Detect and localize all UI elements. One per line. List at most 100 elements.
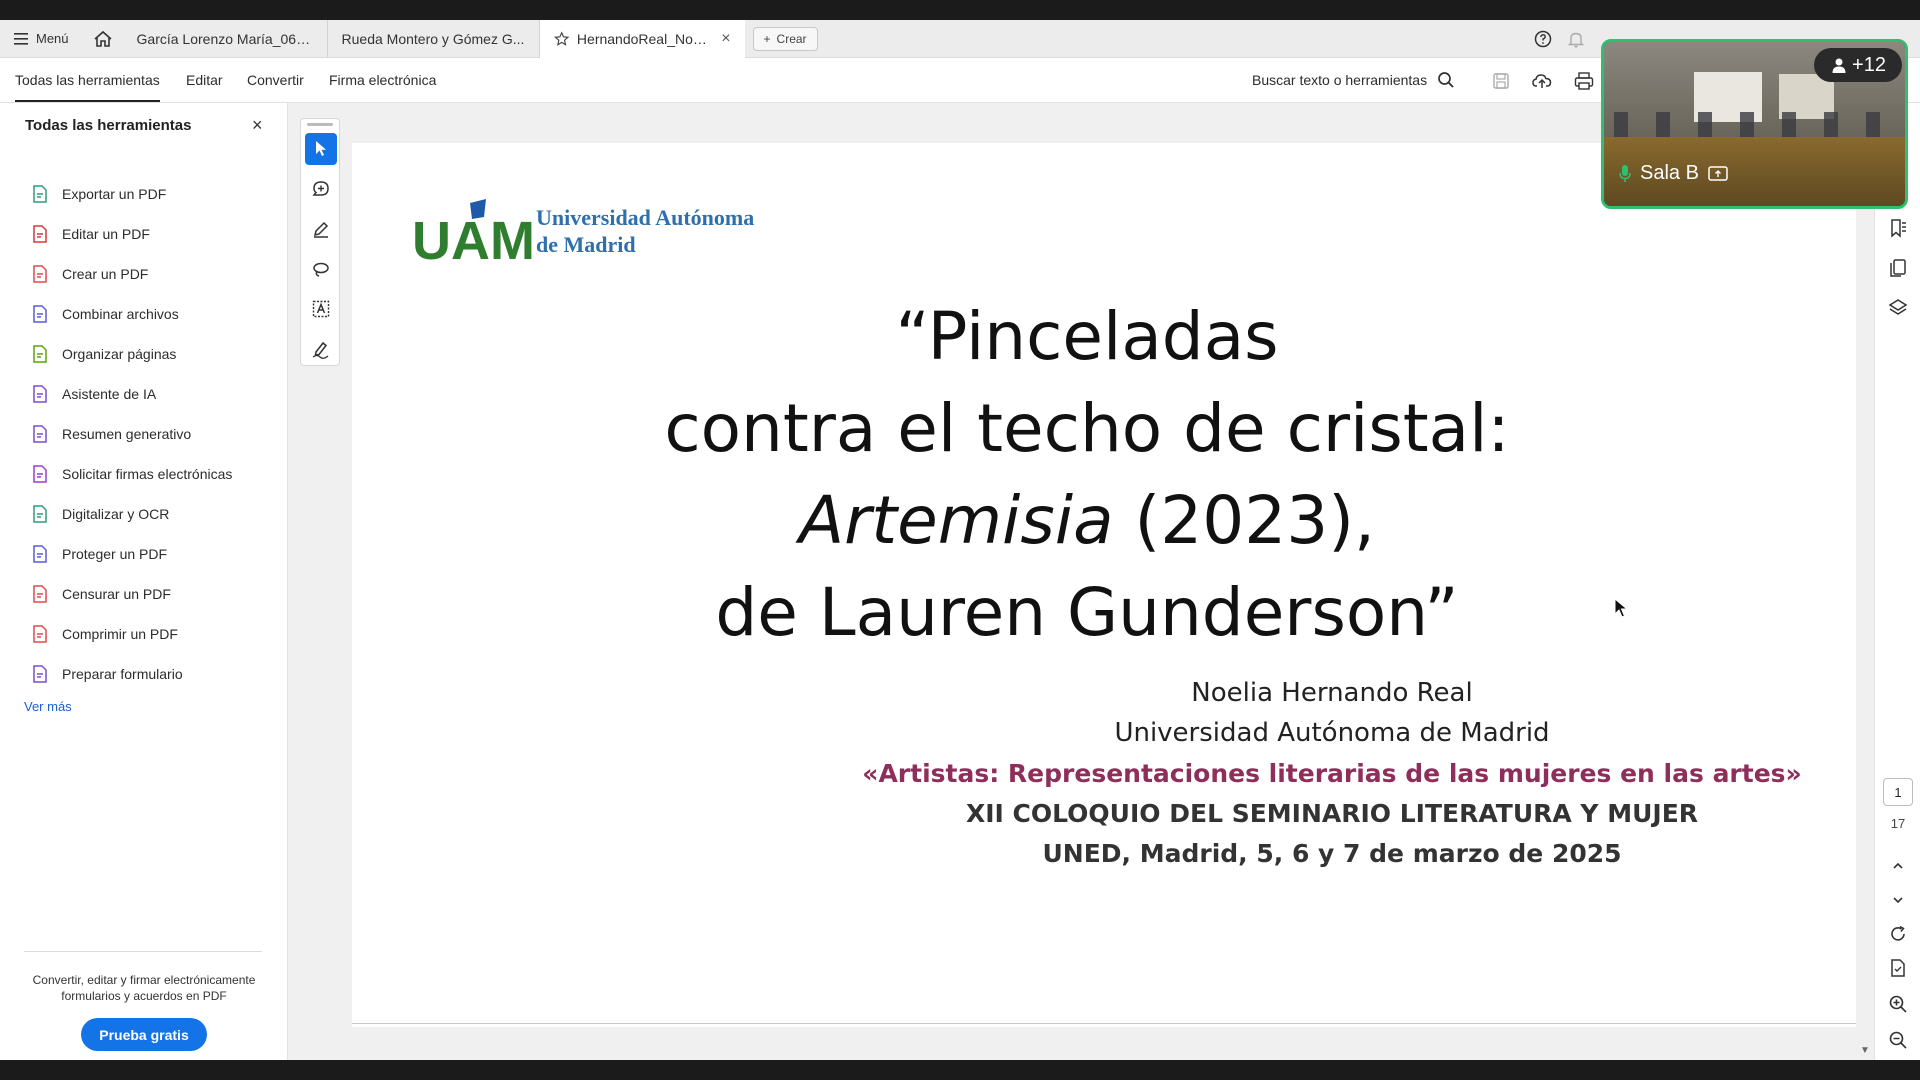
tool-label: Resumen generativo [62, 426, 192, 442]
tab-label: García Lorenzo María_060... [136, 30, 313, 47]
signature-pen-icon [312, 341, 329, 359]
person-icon [1832, 58, 1846, 73]
total-pages: 17 [1890, 816, 1906, 831]
right-rail: 1 17 [1874, 103, 1920, 1060]
tool-item[interactable]: Combinar archivos [30, 298, 270, 330]
select-tool-button[interactable] [305, 133, 337, 165]
author-university: Universidad Autónoma de Madrid [1114, 718, 1550, 748]
uam-logo-mark: UAM [412, 199, 535, 271]
tool-item[interactable]: Digitalizar y OCR [30, 498, 270, 530]
tool-item[interactable]: Exportar un PDF [30, 178, 270, 210]
close-panel-icon[interactable]: × [252, 115, 263, 136]
chevron-down-icon[interactable] [1887, 889, 1909, 911]
see-more-link[interactable]: Ver más [24, 699, 72, 714]
tool-item[interactable]: Asistente de IA [30, 378, 270, 410]
tool-item[interactable]: Proteger un PDF [30, 538, 270, 570]
pages-icon[interactable] [1887, 257, 1909, 279]
comment-tool-button[interactable] [305, 173, 337, 205]
screen-share-icon [1708, 165, 1728, 181]
quick-tools-bar [300, 118, 340, 366]
tool-item[interactable]: Censurar un PDF [30, 578, 270, 610]
rotate-icon[interactable] [1887, 923, 1909, 945]
tab-document-1[interactable]: García Lorenzo María_060... [123, 19, 328, 58]
tool-label: Combinar archivos [62, 306, 179, 322]
colloquium-name: XII COLOQUIO DEL SEMINARIO LITERATURA Y … [965, 799, 1699, 828]
tool-item[interactable]: Comprimir un PDF [30, 618, 270, 650]
close-tab-icon[interactable]: × [721, 30, 730, 48]
window-bottom-band [0, 1060, 1920, 1080]
tool-label: Editar un PDF [62, 226, 150, 242]
tool-label: Preparar formulario [62, 666, 183, 682]
create-label: Crear [776, 31, 807, 46]
create-button[interactable]: + Crear [752, 26, 818, 51]
tab-edit[interactable]: Editar [186, 58, 223, 102]
request-signatures-icon [33, 465, 47, 483]
zoom-out-icon[interactable] [1887, 1029, 1909, 1051]
tool-item[interactable]: Editar un PDF [30, 218, 270, 250]
title-line-3-rest: (2023), [1113, 482, 1375, 559]
protect-pdf-icon [33, 545, 47, 563]
promo-text: Convertir, editar y firmar electrónicame… [32, 973, 256, 1003]
zoom-in-icon[interactable] [1887, 993, 1909, 1015]
free-trial-button[interactable]: Prueba gratis [81, 1018, 207, 1051]
home-button[interactable] [83, 20, 123, 57]
tool-label: Exportar un PDF [62, 186, 167, 202]
drag-handle[interactable] [307, 123, 333, 126]
upload-cloud-icon[interactable] [1531, 70, 1553, 92]
tool-item[interactable]: Solicitar firmas electrónicas [30, 458, 270, 490]
sign-tool-button[interactable] [305, 333, 337, 365]
tab-convert[interactable]: Convertir [247, 58, 304, 102]
page-bottom-edge [352, 1023, 1856, 1024]
save-icon[interactable] [1490, 70, 1512, 92]
pdf-app-window: Menú García Lorenzo María_060... Rueda M… [0, 19, 1920, 1060]
uam-logo: UAM Universidad Autónoma de Madrid [412, 197, 832, 277]
create-pdf-icon [33, 265, 47, 283]
scan-ocr-icon [33, 505, 47, 523]
export-pdf-icon [33, 185, 47, 203]
participants-count-badge[interactable]: +12 [1814, 48, 1902, 82]
bell-icon[interactable] [1566, 29, 1586, 49]
tab-document-active[interactable]: HernandoReal_Noeli... × [539, 19, 745, 58]
pointer-icon [316, 141, 326, 156]
menu-label: Menú [36, 31, 69, 46]
current-page-input[interactable]: 1 [1883, 778, 1913, 806]
room-name: Sala B [1640, 162, 1699, 184]
highlight-tool-button[interactable] [305, 213, 337, 245]
tool-label: Asistente de IA [62, 386, 157, 402]
scroll-down-arrow-icon[interactable]: ▼ [1860, 1045, 1870, 1056]
print-icon[interactable] [1573, 70, 1595, 92]
svg-text:UAM: UAM [412, 211, 532, 271]
document-viewport[interactable]: UAM Universidad Autónoma de Madrid “Pinc… [288, 103, 1874, 1060]
panel-title: Todas las herramientas [25, 117, 192, 134]
video-call-tile[interactable]: +12 Sala B [1601, 39, 1908, 209]
tool-label: Comprimir un PDF [62, 626, 178, 642]
search-tools-button[interactable]: Buscar texto o herramientas [1252, 58, 1455, 102]
draw-tool-button[interactable] [305, 253, 337, 285]
tab-e-signature[interactable]: Firma electrónica [329, 58, 436, 102]
page-info-icon[interactable] [1887, 957, 1909, 979]
prepare-form-icon [33, 665, 47, 683]
title-line-1: “Pinceladas [895, 298, 1279, 375]
tool-item[interactable]: Preparar formulario [30, 658, 270, 690]
tool-item[interactable]: Resumen generativo [30, 418, 270, 450]
layers-icon[interactable] [1887, 297, 1909, 319]
help-icon[interactable] [1533, 29, 1553, 49]
menu-button[interactable]: Menú [0, 20, 83, 57]
room-label: Sala B [1618, 162, 1729, 185]
tab-all-tools[interactable]: Todas las herramientas [15, 58, 160, 102]
microphone-icon [1619, 164, 1631, 182]
combine-files-icon [33, 305, 47, 323]
window-top-band [0, 0, 1920, 20]
tool-item[interactable]: Organizar páginas [30, 338, 270, 370]
mouse-cursor-icon [1614, 598, 1628, 618]
tab-document-2[interactable]: Rueda Montero y Gómez G... [328, 19, 540, 58]
star-icon[interactable] [553, 30, 569, 47]
bookmark-icon[interactable] [1887, 217, 1909, 239]
text-tool-button[interactable] [305, 293, 337, 325]
hamburger-icon [14, 32, 28, 45]
tool-item[interactable]: Crear un PDF [30, 258, 270, 290]
event-date: UNED, Madrid, 5, 6 y 7 de marzo de 2025 [1042, 839, 1622, 868]
pen-icon [313, 221, 329, 238]
generative-summary-icon [33, 425, 47, 443]
chevron-up-icon[interactable] [1887, 855, 1909, 877]
